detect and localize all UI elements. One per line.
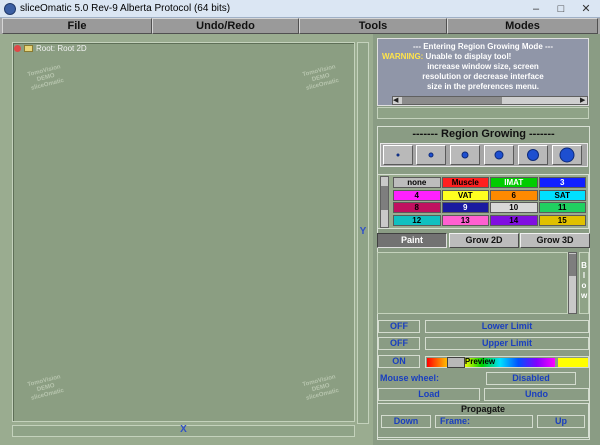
tissue-label-button[interactable]: SAT	[538, 189, 586, 201]
y-axis-label: Y	[359, 226, 367, 237]
message-scroll-thumb[interactable]	[402, 97, 502, 104]
title-bar: sliceOmatic 5.0 Rev-9 Alberta Protocol (…	[0, 0, 600, 18]
warning-text: Unable to display tool!	[423, 52, 512, 61]
dot-icon	[527, 149, 539, 161]
tissue-label-button[interactable]: 3	[538, 177, 586, 188]
propagate-frame-field[interactable]: Frame:	[435, 415, 533, 428]
menu-tools[interactable]: Tools	[299, 18, 447, 34]
tab-grow-2d[interactable]: Grow 2D	[449, 233, 519, 248]
upper-limit-button[interactable]: Upper Limit	[425, 337, 589, 350]
dot-icon	[559, 147, 575, 163]
close-button[interactable]: ✕	[574, 0, 598, 18]
brush-size-6[interactable]	[552, 145, 582, 165]
menu-undo-redo[interactable]: Undo/Redo	[152, 18, 299, 34]
app-icon	[4, 3, 16, 15]
mouse-wheel-value[interactable]: Disabled	[486, 372, 576, 385]
brush-size-4[interactable]	[484, 145, 514, 165]
message-line-1: --- Entering Region Growing Mode ---	[413, 42, 553, 51]
blow-slider[interactable]: Blow	[579, 252, 589, 314]
blow-label: Blow	[581, 261, 588, 300]
dot-icon	[461, 151, 469, 159]
undo-button[interactable]: Undo	[484, 388, 589, 401]
tissue-label-button[interactable]: 13	[441, 214, 489, 226]
tool-list-scroll-thumb[interactable]	[569, 254, 576, 276]
lower-limit-button[interactable]: Lower Limit	[425, 320, 589, 333]
tissue-label-button[interactable]: 14	[490, 214, 538, 226]
propagate-up-button[interactable]: Up	[537, 415, 585, 428]
message-line-3: increase window size, screen	[427, 62, 539, 71]
load-button[interactable]: Load	[378, 388, 480, 401]
tissue-label-button[interactable]: none	[393, 177, 441, 188]
preview-toggle[interactable]: ON	[378, 355, 420, 368]
dot-icon	[494, 150, 504, 160]
tissue-label-button[interactable]: IMAT	[490, 177, 538, 188]
tissue-label-button[interactable]: 10	[490, 202, 538, 213]
preview-label: Preview	[464, 357, 496, 366]
lower-limit-toggle[interactable]: OFF	[378, 320, 420, 333]
minimize-button[interactable]: –	[524, 0, 548, 18]
brush-size-1[interactable]	[383, 145, 413, 165]
folder-icon	[24, 45, 33, 53]
scroll-right-icon[interactable]: ▶	[580, 96, 585, 105]
dot-icon	[428, 152, 434, 158]
tool-list-area[interactable]	[377, 252, 568, 314]
label-scroll-thumb[interactable]	[381, 186, 388, 210]
tab-grow-3d[interactable]: Grow 3D	[520, 233, 590, 248]
message-line-4: resolution or decrease interface	[422, 72, 544, 81]
upper-limit-toggle[interactable]: OFF	[378, 337, 420, 350]
image-viewport[interactable]	[12, 42, 355, 422]
command-field[interactable]	[377, 107, 589, 119]
scroll-left-icon[interactable]: ◀	[393, 96, 398, 105]
tissue-label-button[interactable]: Muscle	[441, 177, 489, 188]
menu-bar: File Undo/Redo Tools Modes	[0, 18, 600, 34]
brush-size-3[interactable]	[450, 145, 480, 165]
tissue-label-button[interactable]: 4	[393, 189, 441, 201]
warning-prefix: WARNING:	[382, 52, 424, 61]
propagate-title: Propagate	[460, 404, 505, 414]
propagate-down-button[interactable]: Down	[381, 415, 431, 428]
close-circle-icon[interactable]	[14, 45, 21, 53]
x-axis-label: X	[180, 424, 187, 435]
tissue-label-button[interactable]: 12	[393, 214, 441, 226]
brush-size-2[interactable]	[416, 145, 446, 165]
tissue-label-button[interactable]: 11	[538, 202, 586, 213]
tree-root[interactable]: Root: Root 2D	[14, 44, 87, 54]
message-line-5: size in the preferences menu.	[426, 82, 540, 91]
maximize-button[interactable]: □	[549, 0, 573, 18]
preview-color-swatch	[558, 358, 588, 367]
tissue-label-button[interactable]: VAT	[441, 189, 489, 201]
menu-modes[interactable]: Modes	[447, 18, 598, 34]
tree-root-label: Root: Root 2D	[36, 44, 87, 53]
tissue-label-button[interactable]: 9	[441, 202, 489, 213]
tissue-label-button[interactable]: 8	[393, 202, 441, 213]
dot-icon	[396, 153, 400, 157]
tissue-label-button[interactable]: 6	[490, 189, 538, 201]
window-title: sliceOmatic 5.0 Rev-9 Alberta Protocol (…	[20, 3, 231, 14]
mouse-wheel-label: Mouse wheel:	[380, 373, 440, 383]
brush-size-5[interactable]	[518, 145, 548, 165]
region-growing-title: ------- Region Growing -------	[412, 128, 555, 140]
tab-paint[interactable]: Paint	[377, 233, 447, 248]
menu-file[interactable]: File	[2, 18, 152, 34]
tissue-label-button[interactable]: 15	[538, 214, 586, 226]
